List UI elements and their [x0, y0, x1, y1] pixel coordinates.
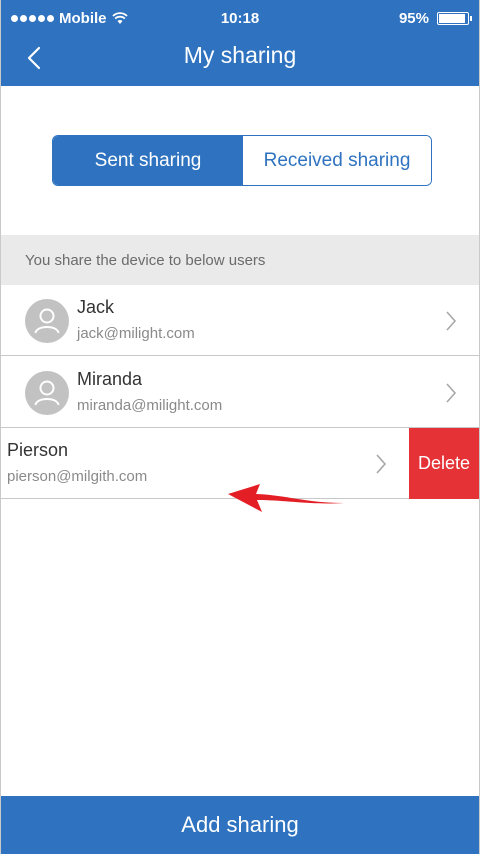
user-email: jack@milight.com [77, 325, 195, 342]
delete-button[interactable]: Delete [409, 428, 479, 499]
tab-received-sharing[interactable]: Received sharing [243, 136, 431, 185]
sharing-segmented-control: Sent sharing Received sharing [52, 135, 432, 186]
avatar [25, 299, 69, 343]
status-bar: Mobile 10:18 95% [1, 0, 479, 36]
user-row-jack[interactable]: Jack jack@milight.com [1, 285, 479, 356]
section-header: You share the device to below users [1, 235, 479, 285]
tab-sent-sharing[interactable]: Sent sharing [53, 136, 243, 185]
page-title: My sharing [183, 42, 297, 68]
battery-icon [437, 12, 472, 25]
chevron-right-icon [376, 454, 387, 474]
user-row-miranda[interactable]: Miranda miranda@milight.com [1, 357, 479, 428]
user-email: miranda@milight.com [77, 397, 223, 414]
user-name: Miranda [77, 369, 143, 389]
status-right: 95% [398, 10, 472, 27]
user-avatar-icon [34, 308, 60, 334]
header: Mobile 10:18 95% My sharing [1, 0, 479, 86]
user-avatar-icon [34, 380, 60, 406]
battery-percent: 95% [398, 10, 429, 27]
user-email: pierson@milgith.com [7, 468, 148, 485]
add-sharing-button[interactable]: Add sharing [1, 796, 479, 854]
swipe-left-arrow-icon [228, 484, 344, 512]
battery-fill [439, 14, 465, 23]
user-name: Pierson [7, 440, 69, 460]
phone-screen: Mobile 10:18 95% My sharing Sent sharing… [0, 0, 480, 854]
user-name: Jack [77, 297, 115, 317]
chevron-right-icon [446, 383, 457, 403]
avatar [25, 371, 69, 415]
chevron-right-icon [446, 311, 457, 331]
